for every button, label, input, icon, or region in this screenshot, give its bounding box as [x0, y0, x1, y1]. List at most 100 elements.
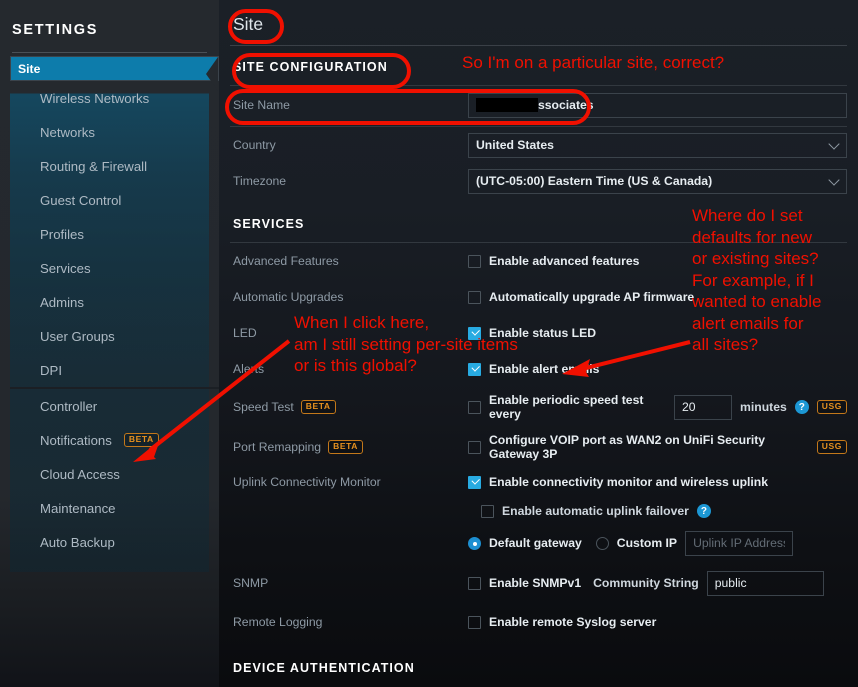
country-label: Country	[233, 138, 468, 152]
settings-sidebar: SETTINGS Site Wireless Networks Networks…	[0, 0, 219, 687]
sidebar-title: SETTINGS	[0, 0, 219, 38]
country-field-wrap[interactable]: United States	[468, 133, 847, 158]
help-icon[interactable]: ?	[697, 504, 711, 518]
automatic-upgrades-checkbox[interactable]	[468, 291, 481, 304]
custom-ip-label: Custom IP	[617, 536, 677, 550]
sidebar-item-label: Notifications	[40, 433, 112, 448]
advanced-features-checkbox[interactable]	[468, 255, 481, 268]
country-row: Country United States	[219, 127, 858, 163]
beta-badge: BETA	[124, 433, 159, 446]
speed-test-interval-input[interactable]	[674, 395, 732, 420]
sidebar-item-notifications[interactable]: Notifications BETA	[10, 423, 219, 457]
advanced-features-label: Advanced Features	[233, 254, 468, 268]
sidebar-item-label: Controller	[40, 399, 97, 414]
speed-test-control: Enable periodic speed test every minutes…	[468, 393, 847, 421]
site-name-row: Site Name ssociates	[219, 86, 858, 124]
port-remapping-label: Port Remapping	[233, 440, 321, 454]
beta-badge: BETA	[301, 400, 336, 413]
uplink-failover-row: Enable automatic uplink failover ?	[219, 497, 858, 525]
sidebar-item-services[interactable]: Services	[10, 251, 219, 285]
uplink-failover-checkbox-label: Enable automatic uplink failover	[502, 504, 689, 518]
snmp-checkbox-label: Enable SNMPv1	[489, 576, 581, 590]
snmp-label: SNMP	[233, 576, 468, 590]
speed-test-label-wrap: Speed Test BETA	[233, 400, 468, 414]
default-gateway-radio[interactable]	[468, 537, 481, 550]
sidebar-item-label: User Groups	[40, 329, 115, 344]
sidebar-menu: Site Wireless Networks Networks Routing …	[0, 56, 219, 559]
site-name-field-wrap[interactable]: ssociates	[468, 93, 847, 118]
uplink-ip-input[interactable]	[685, 531, 793, 556]
snmp-control: Enable SNMPv1 Community String	[468, 571, 847, 596]
sidebar-item-controller[interactable]: Controller	[10, 389, 219, 423]
sidebar-item-networks[interactable]: Networks	[10, 115, 219, 149]
uplink-monitor-control: Enable connectivity monitor and wireless…	[468, 475, 847, 489]
speed-test-unit-label: minutes	[740, 400, 787, 414]
automatic-upgrades-label: Automatic Upgrades	[233, 290, 468, 304]
default-gateway-label: Default gateway	[489, 536, 582, 550]
help-icon[interactable]: ?	[795, 400, 809, 414]
alerts-control: Enable alert emails	[468, 362, 847, 376]
sidebar-item-label: Guest Control	[40, 193, 121, 208]
sidebar-item-label: DPI	[40, 363, 62, 378]
uplink-monitor-label: Uplink Connectivity Monitor	[233, 475, 468, 489]
port-remapping-checkbox[interactable]	[468, 441, 481, 454]
sidebar-item-label: Cloud Access	[40, 467, 120, 482]
timezone-select[interactable]: (UTC-05:00) Eastern Time (US & Canada)	[468, 169, 847, 194]
sidebar-item-label: Services	[40, 261, 91, 276]
sidebar-item-wireless-networks[interactable]: Wireless Networks	[10, 81, 219, 115]
page-title: Site	[219, 0, 858, 35]
country-select[interactable]: United States	[468, 133, 847, 158]
port-remapping-row: Port Remapping BETA Configure VOIP port …	[219, 427, 858, 467]
remote-logging-checkbox-label: Enable remote Syslog server	[489, 615, 656, 629]
sidebar-item-label: Maintenance	[40, 501, 116, 516]
remote-logging-checkbox[interactable]	[468, 616, 481, 629]
uplink-monitor-row: Uplink Connectivity Monitor Enable conne…	[219, 467, 858, 497]
sidebar-item-maintenance[interactable]: Maintenance	[10, 491, 219, 525]
advanced-features-checkbox-label: Enable advanced features	[489, 254, 639, 268]
uplink-gateway-row: Default gateway Custom IP	[219, 525, 858, 561]
port-remapping-checkbox-label: Configure VOIP port as WAN2 on UniFi Sec…	[489, 433, 809, 461]
snmp-row: SNMP Enable SNMPv1 Community String	[219, 561, 858, 605]
remote-logging-label: Remote Logging	[233, 615, 468, 629]
sidebar-item-auto-backup[interactable]: Auto Backup	[10, 525, 219, 559]
port-remapping-control: Configure VOIP port as WAN2 on UniFi Sec…	[468, 433, 847, 461]
redaction-block	[476, 98, 538, 112]
custom-ip-radio[interactable]	[596, 537, 609, 550]
community-string-input[interactable]	[707, 571, 824, 596]
speed-test-checkbox[interactable]	[468, 401, 481, 414]
remote-logging-row: Remote Logging Enable remote Syslog serv…	[219, 605, 858, 639]
timezone-field-wrap[interactable]: (UTC-05:00) Eastern Time (US & Canada)	[468, 169, 847, 194]
sidebar-item-guest-control[interactable]: Guest Control	[10, 183, 219, 217]
annotation-note-site: So I'm on a particular site, correct?	[462, 52, 724, 74]
sidebar-item-label: Site	[18, 62, 40, 76]
sidebar-item-label: Auto Backup	[40, 535, 115, 550]
sidebar-item-site[interactable]: Site	[10, 56, 219, 81]
timezone-label: Timezone	[233, 174, 468, 188]
site-name-visible-suffix: ssociates	[538, 98, 594, 112]
site-name-label: Site Name	[233, 98, 468, 112]
remote-logging-control: Enable remote Syslog server	[468, 615, 847, 629]
sidebar-item-label: Profiles	[40, 227, 84, 242]
sidebar-item-user-groups[interactable]: User Groups	[10, 319, 219, 353]
annotation-note-led: When I click here, am I still setting pe…	[294, 312, 518, 377]
sidebar-item-admins[interactable]: Admins	[10, 285, 219, 319]
community-string-label: Community String	[593, 576, 699, 590]
speed-test-label: Speed Test	[233, 400, 294, 414]
sidebar-item-label: Wireless Networks	[40, 91, 149, 106]
snmp-checkbox[interactable]	[468, 577, 481, 590]
speed-test-row: Speed Test BETA Enable periodic speed te…	[219, 387, 858, 427]
usg-badge: USG	[817, 400, 847, 413]
sidebar-item-routing-firewall[interactable]: Routing & Firewall	[10, 149, 219, 183]
sidebar-item-dpi[interactable]: DPI	[10, 353, 219, 387]
sidebar-item-profiles[interactable]: Profiles	[10, 217, 219, 251]
annotation-note-defaults: Where do I set defaults for new or exist…	[692, 205, 822, 356]
sidebar-item-cloud-access[interactable]: Cloud Access	[10, 457, 219, 491]
sidebar-item-label: Admins	[40, 295, 84, 310]
automatic-upgrades-checkbox-label: Automatically upgrade AP firmware	[489, 290, 694, 304]
uplink-gateway-control: Default gateway Custom IP	[468, 531, 847, 556]
sidebar-divider	[12, 52, 207, 53]
site-name-input[interactable]: ssociates	[468, 93, 847, 118]
sidebar-item-label: Routing & Firewall	[40, 159, 147, 174]
uplink-monitor-checkbox[interactable]	[468, 476, 481, 489]
uplink-failover-checkbox[interactable]	[481, 505, 494, 518]
